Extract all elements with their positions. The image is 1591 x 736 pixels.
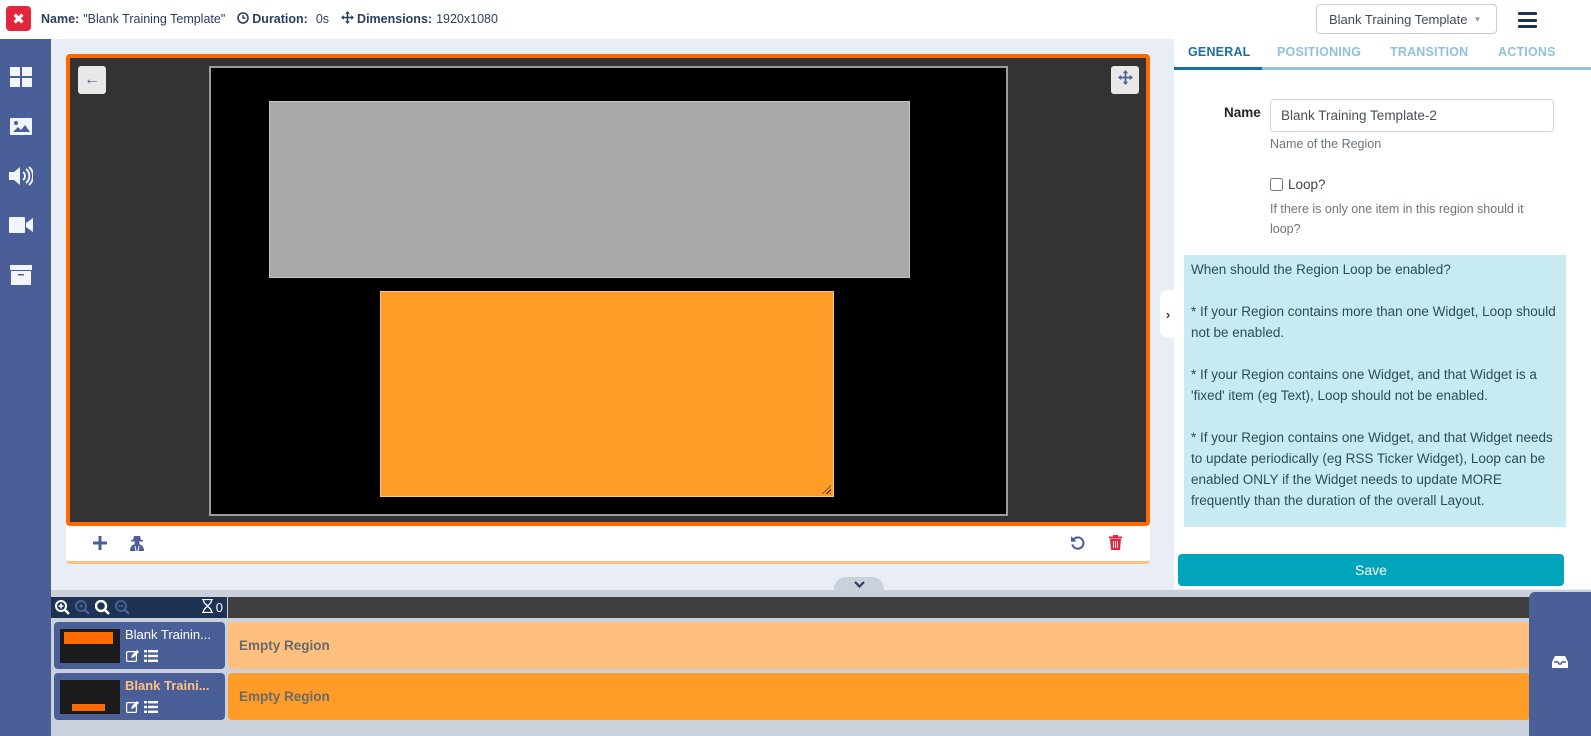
loop-label: Loop? (1288, 177, 1326, 192)
undo-icon (1070, 535, 1085, 555)
region-name: Blank Trainin... (125, 627, 211, 642)
region-thumbnail (60, 629, 120, 663)
edit-icon[interactable] (126, 649, 139, 667)
caret-down-icon: ▼ (1473, 14, 1482, 24)
active-tab-indicator (1174, 67, 1262, 70)
timeline-region-row-1[interactable]: Blank Trainin... (54, 622, 225, 669)
timeline-side-toggle[interactable] (1529, 592, 1591, 736)
region-2-selected[interactable] (380, 291, 834, 497)
edit-icon[interactable] (126, 700, 139, 718)
sidebar-item-archive[interactable] (9, 264, 33, 290)
video-camera-icon (9, 216, 33, 238)
info-point-1: * If your Region contains more than one … (1191, 304, 1556, 340)
region-name-input[interactable] (1270, 99, 1554, 132)
user-secret-icon (130, 535, 144, 556)
move-arrows-icon (1117, 70, 1133, 90)
timeline-region-track-1[interactable]: Empty Region (228, 622, 1530, 669)
timeline-region-row-2[interactable]: Blank Traini... (54, 673, 225, 720)
region-name-selected: Blank Traini... (125, 678, 210, 693)
viewer-toolbar (66, 526, 1150, 564)
loop-checkbox[interactable] (1270, 178, 1283, 191)
list-icon[interactable] (144, 700, 158, 718)
collapse-timeline-button[interactable] (834, 577, 884, 591)
inbox-icon (1552, 655, 1568, 673)
plus-icon (93, 535, 107, 555)
timeline-controls: 0 (51, 597, 227, 618)
dimensions-icon (341, 11, 355, 27)
delete-button[interactable] (1105, 535, 1125, 555)
archive-box-icon (10, 264, 32, 290)
dimensions-value: 1920x1080 (436, 12, 498, 26)
spy-button[interactable] (127, 535, 147, 555)
zoom-reset-icon[interactable] (74, 599, 91, 616)
sidebar-item-video[interactable] (9, 215, 33, 239)
loop-help-text: If there is only one item in this region… (1270, 202, 1524, 236)
back-button[interactable]: ← (78, 66, 106, 94)
volume-icon (9, 165, 35, 191)
loop-checkbox-row[interactable]: Loop? (1270, 177, 1326, 192)
duration-value: 0s (315, 12, 330, 26)
layout-info: Name: "Blank Training Template" Duration:… (41, 11, 510, 27)
layout-stage[interactable] (209, 66, 1008, 516)
timeline-duration-value: 0 (215, 600, 223, 615)
move-button[interactable] (1111, 66, 1139, 94)
layout-viewer: ← (66, 54, 1150, 526)
duration-label: Duration: (252, 12, 308, 26)
close-button[interactable]: ✖ (6, 6, 31, 31)
undo-button[interactable] (1067, 535, 1087, 555)
name-help-text: Name of the Region (1270, 137, 1382, 151)
trash-icon (1108, 535, 1122, 555)
tab-actions[interactable]: ACTIONS (1498, 45, 1556, 59)
dimensions-label: Dimensions: (357, 12, 433, 26)
sidebar-item-audio[interactable] (9, 165, 35, 191)
layout-name: "Blank Training Template" (83, 12, 226, 26)
zoom-in-icon[interactable] (54, 599, 71, 616)
grid-icon (10, 66, 32, 92)
info-title: When should the Region Loop be enabled? (1191, 262, 1451, 277)
tab-transition[interactable]: TRANSITION (1390, 45, 1468, 59)
empty-region-label: Empty Region (239, 689, 330, 704)
hamburger-menu-icon[interactable] (1518, 12, 1537, 28)
timeline-duration: 0 (201, 598, 223, 616)
tab-general[interactable]: GENERAL (1188, 45, 1251, 59)
zoom-fit-icon[interactable] (94, 599, 111, 616)
zoom-out-icon[interactable] (114, 599, 131, 616)
layout-select[interactable]: Blank Training Template ▼ (1316, 4, 1497, 34)
info-point-3: * If your Region contains one Widget, an… (1191, 430, 1553, 508)
arrow-left-icon: ← (84, 71, 100, 88)
tab-positioning[interactable]: POSITIONING (1277, 45, 1361, 59)
timeline-region-track-2[interactable]: Empty Region (228, 673, 1530, 720)
timeline: 0 Blank Trainin... Empty Region Blank Tr… (51, 590, 1591, 736)
region-thumbnail (60, 680, 120, 714)
sidebar-item-layouts[interactable] (9, 66, 33, 92)
region-1[interactable] (269, 101, 910, 278)
info-point-2: * If your Region contains one Widget, an… (1191, 367, 1537, 403)
chevron-right-icon: › (1165, 306, 1171, 322)
sidebar-item-images[interactable] (9, 117, 33, 141)
loop-info-box: When should the Region Loop be enabled? … (1184, 255, 1566, 527)
list-icon[interactable] (144, 649, 158, 667)
timeline-ruler[interactable] (228, 597, 1530, 618)
add-button[interactable] (90, 535, 110, 555)
layout-select-value: Blank Training Template (1329, 11, 1468, 27)
name-label: Name: (41, 12, 80, 26)
properties-panel: GENERAL POSITIONING TRANSITION ACTIONS N… (1174, 39, 1591, 589)
hourglass-icon (201, 598, 213, 616)
resize-handle[interactable] (822, 485, 831, 494)
top-bar: ✖ Name: "Blank Training Template" Duratio… (0, 0, 1591, 39)
left-toolbox (0, 39, 51, 736)
image-icon (10, 118, 32, 140)
clock-icon (237, 11, 250, 27)
save-button[interactable]: Save (1178, 554, 1564, 586)
properties-tabs: GENERAL POSITIONING TRANSITION ACTIONS (1174, 39, 1591, 70)
name-field-label: Name (1224, 105, 1261, 120)
empty-region-label: Empty Region (239, 638, 330, 653)
close-icon: ✖ (12, 10, 25, 28)
